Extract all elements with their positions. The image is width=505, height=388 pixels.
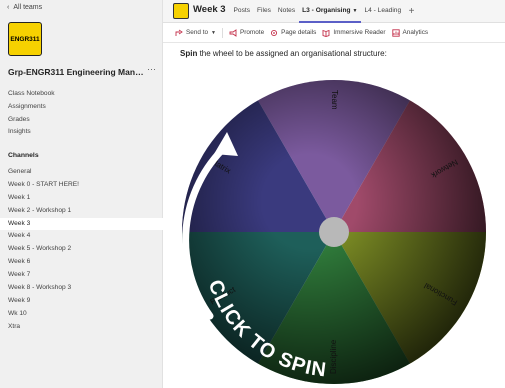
team-nav-list: Class Notebook Assignments Grades Insigh… [0,88,163,139]
instruction-text: Spin the wheel to be assigned an organis… [180,49,387,58]
channel-item[interactable]: Week 1 [0,192,163,205]
channel-item[interactable]: Wk 10 [0,308,163,321]
all-teams-link[interactable]: ‹ All teams [7,4,42,11]
instruction-rest: the wheel to be assigned an organisation… [197,49,387,58]
channel-item[interactable]: Week 0 - START HERE! [0,179,163,192]
chevron-left-icon: ‹ [7,4,10,11]
tab-bar: Posts Files Notes L3 - Organising ▼ L4 - … [230,0,414,23]
channel-title: Week 3 [193,4,226,15]
channel-header: Week 3 Posts Files Notes L3 - Organising… [163,0,505,23]
sidebar: ‹ All teams ENGR311 Grp-ENGR311 Engineer… [0,0,163,388]
tab-files[interactable]: Files [254,0,275,23]
instruction-bold: Spin [180,49,198,58]
channel-item[interactable]: Week 6 [0,256,163,269]
team-logo-text: ENGR311 [10,35,40,43]
all-teams-label: All teams [13,4,43,11]
wheel-hub [319,217,349,247]
tab-posts[interactable]: Posts [230,0,254,23]
channel-list: General Week 0 - START HERE! Week 1 Week… [0,166,163,334]
channel-item[interactable]: General [0,166,163,179]
channel-item-active[interactable]: Week 3 [0,217,163,231]
nav-item-assignments[interactable]: Assignments [0,101,163,114]
analytics-button[interactable]: Analytics [391,28,429,37]
chevron-down-icon[interactable]: ▼ [353,8,358,14]
channel-item[interactable]: Week 9 [0,295,163,308]
book-icon [322,29,330,37]
gear-icon [271,29,278,36]
immersive-reader-label: Immersive Reader [333,29,386,36]
add-tab-icon[interactable]: + [405,6,415,17]
tab-l3-organising[interactable]: L3 - Organising ▼ [298,0,361,23]
send-to-button[interactable]: Send to ▼ [175,29,216,37]
tab-l4-leading[interactable]: L4 - Leading [361,0,405,23]
more-options-icon[interactable]: ··· [147,64,156,74]
promote-button[interactable]: Promote [229,28,265,37]
page-toolbar: Send to ▼ Promote Page details Immersive… [163,23,505,43]
nav-item-class-notebook[interactable]: Class Notebook [0,88,163,101]
page-details-button[interactable]: Page details [270,29,316,37]
wheel-segment-label: Discipline [329,339,338,374]
channel-item[interactable]: Week 4 [0,230,163,243]
send-to-label: Send to [186,29,209,36]
promote-label: Promote [239,29,265,36]
chevron-down-icon: ▼ [211,29,216,36]
channels-heading: Channels [8,152,39,159]
share-icon [175,29,183,36]
channel-team-logo [173,3,189,19]
teams-app: ‹ All teams ENGR311 Grp-ENGR311 Engineer… [0,0,505,388]
channel-item[interactable]: Week 7 [0,269,163,282]
megaphone-icon [229,28,237,37]
spin-wheel[interactable]: TeamNetworkFunctionalDisciplineProductMa… [178,76,490,388]
team-logo: ENGR311 [8,22,42,56]
analytics-label: Analytics [402,29,429,36]
page-content: Spin the wheel to be assigned an organis… [163,43,505,388]
nav-item-insights[interactable]: Insights [0,126,163,139]
channel-item[interactable]: Week 8 - Workshop 3 [0,282,163,295]
wheel-segment-label: Team [330,90,339,110]
channel-item[interactable]: Week 5 - Workshop 2 [0,243,163,256]
team-name[interactable]: Grp-ENGR311 Engineering Management [8,67,148,77]
tab-notes[interactable]: Notes [274,0,298,23]
page-details-label: Page details [281,29,317,36]
nav-item-grades[interactable]: Grades [0,114,163,127]
toolbar-divider [221,27,223,38]
channel-item[interactable]: Week 2 - Workshop 1 [0,205,163,218]
channel-item[interactable]: Xtra [0,321,163,334]
chart-icon [391,28,400,37]
tab-l3-organising-label: L3 - Organising [302,7,351,14]
immersive-reader-button[interactable]: Immersive Reader [322,29,386,37]
